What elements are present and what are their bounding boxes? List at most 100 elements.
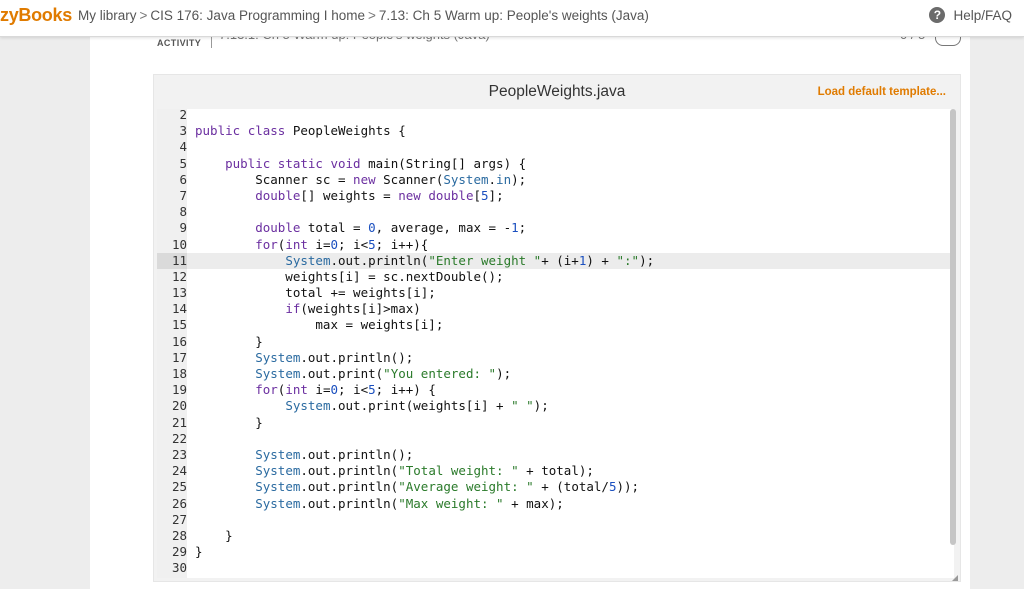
line-number: 14 bbox=[171, 301, 187, 317]
line-number: 6 bbox=[179, 171, 187, 187]
breadcrumb-my-library[interactable]: My library bbox=[78, 8, 137, 23]
code-line[interactable]: 29} bbox=[157, 544, 954, 560]
code-lines: 2 3 public class PeopleWeights { 4 5 public … bbox=[157, 109, 954, 576]
line-number: 18 bbox=[171, 366, 187, 381]
code-text: for(int i=0; i<5; i++){ bbox=[255, 236, 429, 252]
code-text: System.out.print(weights[i] + " "); bbox=[285, 398, 549, 414]
line-number: 13 bbox=[171, 285, 187, 301]
code-text: max = weights[i]; bbox=[195, 317, 444, 333]
line-number: 28 bbox=[171, 527, 187, 543]
code-line[interactable]: 18 System.out.print("You entered: "); bbox=[157, 366, 954, 382]
line-number: 29 bbox=[171, 544, 187, 560]
line-number: 10 bbox=[171, 236, 187, 252]
code-line[interactable]: 19 for(int i=0; i<5; i++) { bbox=[157, 382, 954, 398]
code-line[interactable]: 8 bbox=[157, 204, 954, 220]
code-line[interactable]: 21 } bbox=[157, 415, 954, 431]
code-line[interactable]: 12 weights[i] = sc.nextDouble(); bbox=[157, 269, 954, 285]
line-number: 15 bbox=[171, 317, 187, 333]
resize-handle-icon[interactable] bbox=[952, 575, 958, 581]
breadcrumb-course-home[interactable]: CIS 176: Java Programming I home bbox=[150, 8, 365, 23]
code-text: System.out.println("Max weight: " + max)… bbox=[255, 495, 564, 511]
code-line[interactable]: 5 public static void main(String[] args)… bbox=[157, 156, 954, 172]
code-line[interactable]: 23 System.out.println(); bbox=[157, 447, 954, 463]
right-margin bbox=[970, 37, 1024, 589]
code-line[interactable]: 2 bbox=[157, 109, 954, 123]
code-text: System.out.println("Average weight: " + … bbox=[255, 479, 640, 495]
line-number: 11 bbox=[157, 252, 187, 269]
code-text: double[] weights = new double[5]; bbox=[255, 187, 504, 203]
code-line[interactable]: 3 public class PeopleWeights { bbox=[157, 123, 954, 139]
code-text: total += weights[i]; bbox=[195, 285, 436, 301]
line-number: 19 bbox=[171, 382, 187, 398]
line-number: 24 bbox=[171, 463, 187, 479]
line-number: 5 bbox=[179, 155, 187, 171]
code-line[interactable]: 14 if(weights[i]>max) bbox=[157, 301, 954, 317]
code-text: } bbox=[195, 414, 263, 430]
activity-divider bbox=[211, 36, 212, 48]
breadcrumb-separator: > bbox=[368, 8, 376, 23]
code-text: weights[i] = sc.nextDouble(); bbox=[195, 268, 504, 284]
code-text: System.out.println("Enter weight "+ (i+1… bbox=[285, 252, 655, 268]
code-text: for(int i=0; i<5; i++) { bbox=[255, 382, 436, 398]
code-text: public static void main(String[] args) { bbox=[225, 155, 527, 171]
help-faq-label: Help/FAQ bbox=[953, 7, 1012, 23]
code-line[interactable]: 27 bbox=[157, 512, 954, 528]
question-icon: ? bbox=[929, 7, 946, 23]
breadcrumb: My library > CIS 176: Java Programming I h… bbox=[78, 8, 649, 23]
line-number: 12 bbox=[171, 268, 187, 284]
line-number: 3 bbox=[179, 123, 187, 139]
zybooks-logo[interactable]: zyBooks bbox=[0, 5, 72, 26]
code-editor-panel: PeopleWeights.java Load default template… bbox=[153, 74, 961, 582]
code-line[interactable]: 13 total += weights[i]; bbox=[157, 285, 954, 301]
code-line[interactable]: 20 System.out.print(weights[i] + " "); bbox=[157, 398, 954, 414]
line-number: 9 bbox=[179, 220, 187, 236]
line-number: 4 bbox=[179, 139, 187, 155]
code-line[interactable]: 17 System.out.println(); bbox=[157, 350, 954, 366]
code-line[interactable]: 25 System.out.println("Average weight: "… bbox=[157, 479, 954, 495]
code-line[interactable]: 7 double[] weights = new double[5]; bbox=[157, 188, 954, 204]
code-text: public class PeopleWeights { bbox=[195, 123, 406, 139]
code-text: System.out.println(); bbox=[255, 446, 414, 462]
line-number: 17 bbox=[171, 349, 187, 365]
code-line[interactable]: 24 System.out.println("Total weight: " +… bbox=[157, 463, 954, 479]
code-text: } bbox=[195, 333, 263, 349]
code-line[interactable]: 4 bbox=[157, 139, 954, 155]
line-number: 2 bbox=[179, 109, 187, 122]
top-bar: zyBooks My library > CIS 176: Java Program… bbox=[0, 0, 1024, 37]
code-line[interactable]: 16 } bbox=[157, 334, 954, 350]
code-text: } bbox=[195, 527, 233, 543]
code-line[interactable]: 9 double total = 0, average, max = -1; bbox=[157, 220, 954, 236]
line-number: 8 bbox=[179, 204, 187, 220]
line-number: 30 bbox=[171, 560, 187, 576]
code-text: Scanner sc = new Scanner(System.in); bbox=[195, 171, 527, 187]
line-number: 22 bbox=[171, 430, 187, 446]
code-line[interactable]: 22 bbox=[157, 431, 954, 447]
code-editor[interactable]: 2 3 public class PeopleWeights { 4 5 public … bbox=[157, 109, 954, 578]
code-text: double total = 0, average, max = -1; bbox=[255, 220, 527, 236]
line-number: 16 bbox=[171, 333, 187, 349]
code-text: System.out.println("Total weight: " + to… bbox=[255, 463, 594, 479]
breadcrumb-section[interactable]: 7.13: Ch 5 Warm up: People's weights (Ja… bbox=[379, 8, 649, 23]
breadcrumb-separator: > bbox=[139, 8, 148, 23]
editor-scrollbar[interactable] bbox=[950, 109, 956, 545]
code-line[interactable]: 11 System.out.println("Enter weight "+ (… bbox=[157, 252, 954, 269]
code-text: if(weights[i]>max) bbox=[285, 301, 421, 317]
code-text: System.out.println(); bbox=[255, 349, 414, 365]
line-number: 20 bbox=[171, 398, 187, 414]
code-line[interactable]: 10 for(int i=0; i<5; i++){ bbox=[157, 237, 954, 253]
code-line[interactable]: 15 max = weights[i]; bbox=[157, 317, 954, 333]
load-default-template-button[interactable]: Load default template... bbox=[818, 86, 946, 98]
code-line[interactable]: 30 bbox=[157, 560, 954, 576]
code-line[interactable]: 28 } bbox=[157, 528, 954, 544]
code-line[interactable]: 26 System.out.println("Max weight: " + m… bbox=[157, 496, 954, 512]
help-faq-link[interactable]: ? Help/FAQ bbox=[929, 7, 1012, 23]
line-number: 21 bbox=[171, 414, 187, 430]
code-text: } bbox=[195, 544, 203, 560]
left-margin bbox=[0, 37, 90, 589]
line-number: 27 bbox=[171, 511, 187, 527]
code-line[interactable]: 6 Scanner sc = new Scanner(System.in); bbox=[157, 172, 954, 188]
code-text: System.out.print("You entered: "); bbox=[255, 366, 512, 381]
activity-label: ACTIVITY bbox=[157, 38, 202, 48]
line-number: 26 bbox=[171, 495, 187, 511]
line-number: 23 bbox=[171, 446, 187, 462]
